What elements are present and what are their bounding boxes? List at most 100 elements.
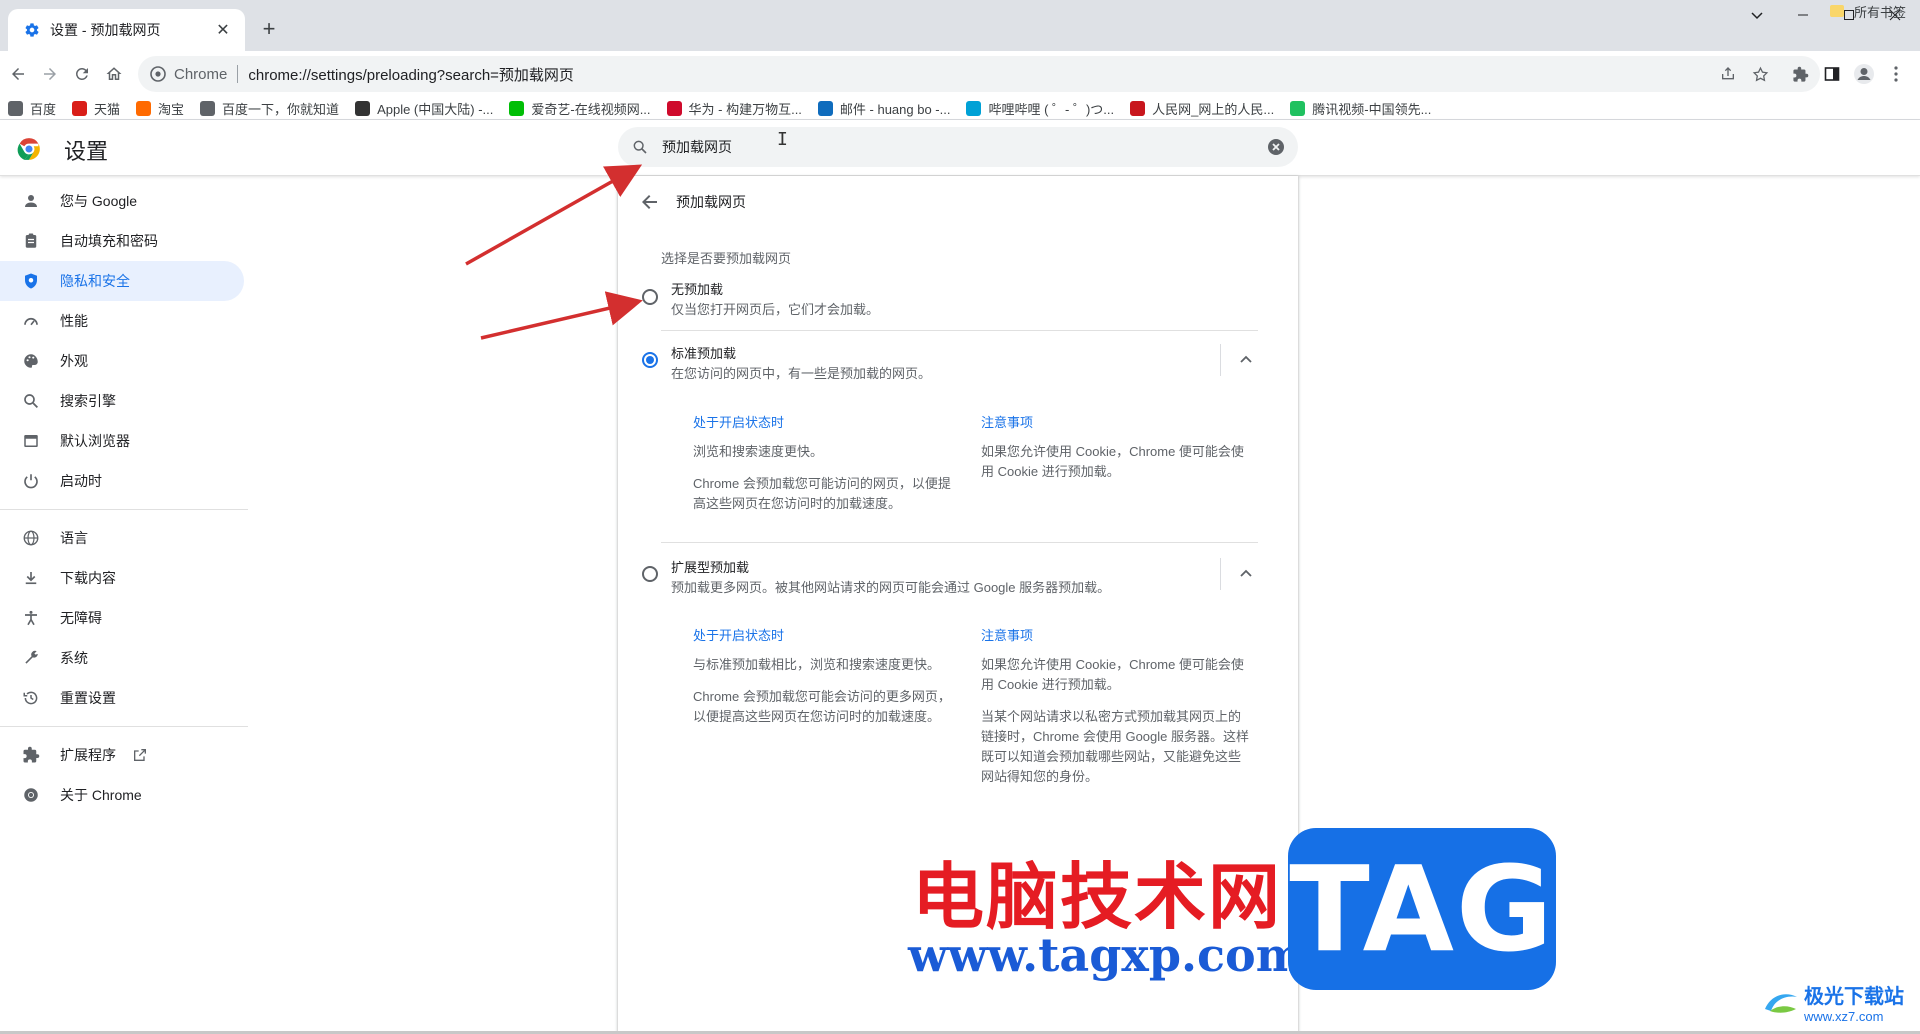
extensions-icon[interactable] xyxy=(1784,58,1816,90)
divider xyxy=(1220,558,1221,590)
sidebar-item-extensions[interactable]: 扩展程序 xyxy=(0,735,248,775)
sidebar-item-label: 语言 xyxy=(60,530,88,546)
side-panel-icon[interactable] xyxy=(1816,58,1848,90)
card-header: 预加载网页 xyxy=(618,176,1298,228)
option-title: 无预加载 xyxy=(671,282,724,297)
sidebar-item-label: 搜索引擎 xyxy=(60,393,116,409)
favicon-icon xyxy=(200,100,216,116)
card-title: 预加载网页 xyxy=(676,194,746,210)
favicon-icon xyxy=(72,100,88,116)
bookmark-item[interactable]: 哔哩哔哩 ( ゜- ゜)つ... xyxy=(966,99,1114,118)
sidebar-item-label: 关于 Chrome xyxy=(60,787,142,803)
option-subtitle: 预加载更多网页。被其他网站请求的网页可能会通过 Google 服务器预加载。 xyxy=(671,580,1111,595)
bookmark-item[interactable]: 华为 - 构建万物互... xyxy=(666,99,802,118)
section-label: 选择是否要预加载网页 xyxy=(661,251,792,266)
bookmark-item[interactable]: 人民网_网上的人民... xyxy=(1130,99,1274,118)
radio-standard-preloading[interactable] xyxy=(642,352,658,368)
chevron-up-icon[interactable] xyxy=(1234,348,1258,372)
chrome-icon xyxy=(22,786,40,804)
bookmark-label: 华为 - 构建万物互... xyxy=(688,101,802,117)
radio-no-preloading[interactable] xyxy=(642,289,658,305)
sidebar-item-privacy-active[interactable]: 隐私和安全 xyxy=(0,261,244,301)
close-icon[interactable]: ✕ xyxy=(213,20,233,40)
sidebar-item[interactable]: 您与 Google xyxy=(0,181,248,221)
reload-button[interactable] xyxy=(66,58,98,90)
url-text[interactable]: chrome://settings/preloading?search=预加载网… xyxy=(248,64,574,85)
all-bookmarks-button[interactable]: 所有书签 xyxy=(1829,0,1906,22)
divider xyxy=(661,330,1258,331)
sidebar-item[interactable]: 系统 xyxy=(0,638,248,678)
page-title: 设置 xyxy=(64,139,109,164)
standard-when-on-text: 浏览和搜索速度更快。 xyxy=(693,444,824,459)
gear-icon xyxy=(24,22,40,38)
watermark-corner-title: 极光下载站 xyxy=(1804,986,1904,1008)
forward-button[interactable] xyxy=(34,58,66,90)
all-bookmarks-label: 所有书签 xyxy=(1853,4,1906,20)
bookmark-item[interactable]: 淘宝 xyxy=(136,99,184,118)
new-tab-button[interactable]: + xyxy=(255,15,283,43)
bookmark-item[interactable]: 百度 xyxy=(8,99,56,118)
sidebar-item[interactable]: 语言 xyxy=(0,518,248,558)
text-cursor: I xyxy=(777,129,788,150)
sidebar-item[interactable]: 性能 xyxy=(0,301,248,341)
watermark-corner-url: www.xz7.com xyxy=(1804,1009,1884,1024)
bookmark-star-icon[interactable] xyxy=(1744,58,1776,90)
folder-icon xyxy=(1829,5,1844,17)
sidebar-item[interactable]: 下载内容 xyxy=(0,558,248,598)
sidebar-item[interactable]: 重置设置 xyxy=(0,678,248,718)
option-standard-preloading[interactable]: 标准预加载 在您访问的网页中，有一些是预加载的网页。 xyxy=(638,342,1278,392)
sidebar-item-label: 您与 Google xyxy=(60,193,138,209)
option-extended-preloading[interactable]: 扩展型预加载 预加载更多网页。被其他网站请求的网页可能会通过 Google 服务… xyxy=(638,554,1278,604)
bookmark-label: 百度一下，你就知道 xyxy=(222,101,340,117)
bookmark-item[interactable]: 百度一下，你就知道 xyxy=(200,99,339,118)
bookmark-item[interactable]: 天猫 xyxy=(72,99,120,118)
minimize-button[interactable] xyxy=(1780,0,1826,30)
sidebar-item[interactable]: 自动填充和密码 xyxy=(0,221,248,261)
standard-notes-heading: 注意事项 xyxy=(981,415,1034,430)
bookmark-item[interactable]: Apple (中国大陆) -... xyxy=(355,99,493,118)
clear-search-icon[interactable] xyxy=(1266,137,1286,157)
sidebar-item[interactable]: 启动时 xyxy=(0,461,248,501)
accessibility-icon xyxy=(22,609,40,627)
sidebar-item[interactable]: 默认浏览器 xyxy=(0,421,248,461)
sidebar-item[interactable]: 搜索引擎 xyxy=(0,381,248,421)
bookmark-item[interactable]: 腾讯视频-中国领先... xyxy=(1290,99,1431,118)
standard-notes-text: 如果您允许使用 Cookie，Chrome 便可能会使用 Cookie 进行预加… xyxy=(981,444,1244,479)
bookmark-item[interactable]: 爱奇艺-在线视频网... xyxy=(509,99,651,118)
tab-title: 设置 - 预加载网页 xyxy=(50,22,161,38)
profile-avatar-icon[interactable] xyxy=(1848,58,1880,90)
watermark-corner-logo: 极光下载站 www.xz7.com xyxy=(1762,980,1904,1024)
sidebar-item[interactable]: 外观 xyxy=(0,341,248,381)
sidebar-item[interactable]: 无障碍 xyxy=(0,598,248,638)
sidebar-item-label: 系统 xyxy=(60,650,88,666)
bookmark-item[interactable]: 邮件 - huang bo -... xyxy=(817,99,951,118)
site-label: Chrome xyxy=(174,65,228,83)
tab-search-icon[interactable] xyxy=(1734,0,1780,30)
sidebar-item-label: 默认浏览器 xyxy=(60,433,130,449)
menu-dots-icon[interactable] xyxy=(1880,58,1912,90)
sidebar-item-label: 扩展程序 xyxy=(60,747,116,763)
sidebar-item-label: 自动填充和密码 xyxy=(60,233,158,249)
sidebar-item-about[interactable]: 关于 Chrome xyxy=(0,775,248,815)
bookmarks-bar: 百度 天猫 淘宝 百度一下，你就知道 Apple (中国大陆) -... 爱奇艺-在线视频… xyxy=(0,97,1920,119)
address-bar[interactable]: Chrome chrome://settings/preloading?sear… xyxy=(138,56,1820,92)
chevron-up-icon[interactable] xyxy=(1234,562,1258,586)
bookmark-label: 邮件 - huang bo -... xyxy=(839,101,951,117)
arrow-to-no-preloading xyxy=(480,291,643,340)
share-icon[interactable] xyxy=(1712,58,1744,90)
watermark-tag-logo: TAG xyxy=(1288,828,1556,990)
bookmark-label: 百度 xyxy=(30,101,57,117)
option-no-preloading[interactable]: 无预加载 仅当您打开网页后，它们才会加载。 xyxy=(638,276,1278,332)
favicon-icon xyxy=(136,100,152,116)
back-button[interactable] xyxy=(2,58,34,90)
tab-settings[interactable]: 设置 - 预加载网页 ✕ xyxy=(8,9,245,51)
person-icon xyxy=(22,192,40,210)
home-button[interactable] xyxy=(98,58,130,90)
watermark-url: www.tagxp.com xyxy=(908,928,1305,982)
download-icon xyxy=(22,569,40,587)
sidebar-item-label: 外观 xyxy=(60,353,88,369)
settings-search-input[interactable]: 预加载网页 xyxy=(618,127,1298,167)
favicon-icon xyxy=(1290,100,1306,116)
radio-extended-preloading[interactable] xyxy=(642,566,658,582)
back-arrow-icon[interactable] xyxy=(638,190,662,214)
